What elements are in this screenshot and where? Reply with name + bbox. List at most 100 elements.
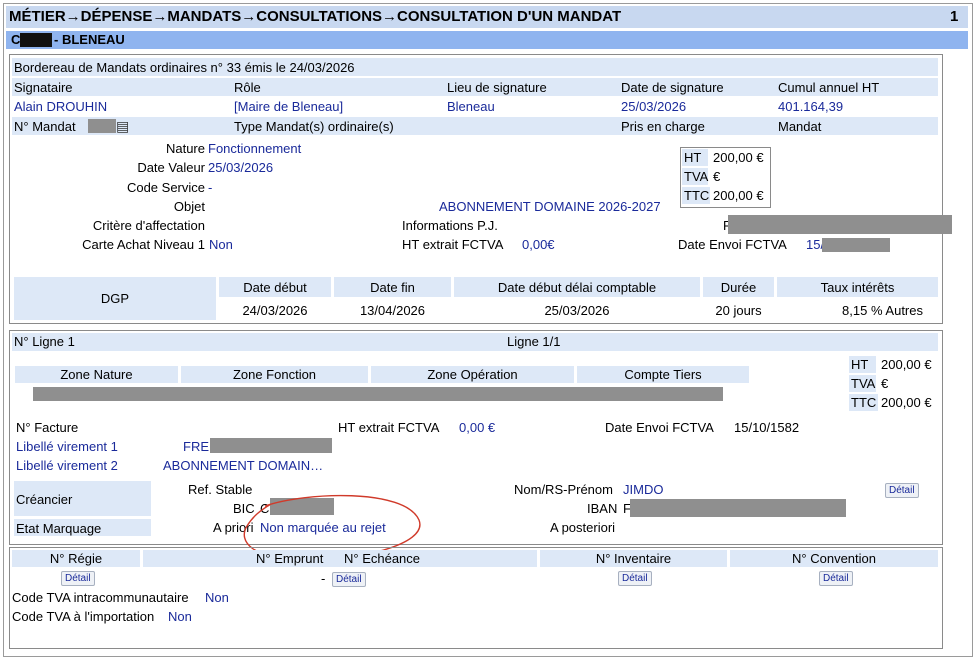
inventaire-header: N° Inventaire xyxy=(595,551,672,566)
num-mandat-label: N° Mandat xyxy=(14,119,76,134)
page-number: 1 xyxy=(950,8,959,25)
libelle2-label: Libellé virement 2 xyxy=(16,458,118,473)
date-debut-header: Date début xyxy=(243,280,307,295)
libelle1-value: FRE xyxy=(183,439,209,454)
date-debut-value: 24/03/2026 xyxy=(242,303,308,318)
tva-label: TVA xyxy=(684,169,709,184)
regie-detail-button[interactable]: Détail xyxy=(61,571,95,586)
nature-value: Fonctionnement xyxy=(208,141,302,156)
ht-fctva-value: 0,00 € xyxy=(459,420,496,435)
tva-intra-label: Code TVA intracommunautaire xyxy=(12,590,189,605)
tva-intra-value: Non xyxy=(205,590,229,605)
libelle1-label: Libellé virement 1 xyxy=(16,439,118,454)
redaction xyxy=(210,438,332,453)
aposteriori-label: A posteriori xyxy=(550,520,616,535)
ttc-label: TTC xyxy=(684,188,710,203)
nom-rs-value: JIMDO xyxy=(623,482,664,497)
redaction xyxy=(822,238,890,252)
code-service-label: Code Service xyxy=(126,180,205,195)
date-fin-value: 13/04/2026 xyxy=(359,303,426,318)
ht-fctva-value: 0,00€ xyxy=(522,237,555,252)
bordereau-label: Bordereau de Mandats ordinaires n° 33 ém… xyxy=(14,60,355,75)
signataire-header: Signataire xyxy=(14,80,73,95)
date-fin-header: Date fin xyxy=(370,280,415,295)
ht-fctva-label: HT extrait FCTVA xyxy=(402,237,504,252)
carte-achat-label: Carte Achat Niveau 1 xyxy=(82,237,205,252)
cumul-header: Cumul annuel HT xyxy=(778,80,880,95)
ht-value: 200,00 € xyxy=(881,357,932,372)
creancier-detail-button[interactable]: Détail xyxy=(885,483,919,498)
nature-label: Nature xyxy=(165,141,205,156)
role-value: [Maire de Bleneau] xyxy=(234,99,344,114)
date-delai-header: Date début délai comptable xyxy=(497,280,657,295)
tva-value: € xyxy=(881,376,889,391)
date-envoi-label: Date Envoi FCTVA xyxy=(605,420,714,435)
cumul-value: 401.164,39 xyxy=(778,99,844,114)
date-envoi-value: 15/10/1582 xyxy=(734,420,800,435)
document-icon[interactable]: ▤ xyxy=(116,118,129,135)
compte-tiers-header: Compte Tiers xyxy=(624,367,702,382)
emprunt-dash: - xyxy=(321,571,326,586)
tva-import-label: Code TVA à l'importation xyxy=(12,609,155,624)
collectivite-name: - BLENEAU xyxy=(54,32,125,47)
date-valeur-value: 25/03/2026 xyxy=(208,160,274,175)
libelle2-value: ABONNEMENT DOMAIN… xyxy=(163,458,324,473)
lieu-value: Bleneau xyxy=(447,99,495,114)
objet-label: Objet xyxy=(173,199,205,214)
redaction xyxy=(728,215,952,234)
emprunt-header-cell xyxy=(143,550,537,567)
emprunt-header: N° Emprunt xyxy=(256,551,324,566)
redaction xyxy=(630,499,846,517)
tva-value: € xyxy=(713,169,721,184)
ht-value: 200,00 € xyxy=(713,150,764,165)
convention-detail-button[interactable]: Détail xyxy=(819,571,853,586)
role-header: Rôle xyxy=(234,80,261,95)
facture-label: N° Facture xyxy=(16,420,79,435)
infos-pj-label: Informations P.J. xyxy=(402,218,498,233)
ligne-number: N° Ligne 1 xyxy=(14,334,75,349)
zone-operation-header: Zone Opération xyxy=(427,367,518,382)
objet-value: ABONNEMENT DOMAINE 2026-2027 xyxy=(439,199,661,214)
ht-label: HT xyxy=(851,357,869,372)
zone-nature-header: Zone Nature xyxy=(60,367,133,382)
ht-fctva-label: HT extrait FCTVA xyxy=(338,420,440,435)
carte-achat-value: Non xyxy=(209,237,233,252)
date-signature-value: 25/03/2026 xyxy=(621,99,687,114)
ligne-header-bar xyxy=(12,333,938,351)
pris-en-charge-value: Mandat xyxy=(778,119,822,134)
breadcrumb-title: MÉTIER→DÉPENSE→MANDATS→CONSULTATIONS→CON… xyxy=(9,8,622,25)
nom-rs-label: Nom/RS-Prénom xyxy=(514,482,613,497)
creancier-label: Créancier xyxy=(16,492,73,507)
date-valeur-label: Date Valeur xyxy=(137,160,205,175)
tva-import-value: Non xyxy=(168,609,192,624)
redaction xyxy=(88,119,116,133)
echeance-header: N° Echéance xyxy=(344,551,421,566)
type-mandat-label: Type Mandat(s) ordinaire(s) xyxy=(234,119,394,134)
tva-label: TVA xyxy=(851,376,876,391)
redaction xyxy=(20,33,52,47)
regie-header: N° Régie xyxy=(49,551,103,566)
collectivite-prefix: C xyxy=(11,32,21,47)
ht-label: HT xyxy=(684,150,702,165)
lieu-header: Lieu de signature xyxy=(447,80,547,95)
etat-marquage-label: Etat Marquage xyxy=(16,521,102,536)
convention-header: N° Convention xyxy=(792,551,876,566)
iban-label: IBAN xyxy=(587,501,618,516)
date-signature-header: Date de signature xyxy=(621,80,724,95)
redaction xyxy=(33,387,723,401)
ttc-label: TTC xyxy=(851,395,877,410)
inventaire-detail-button[interactable]: Détail xyxy=(618,571,652,586)
echeance-detail-button[interactable]: Détail xyxy=(332,572,366,587)
ttc-value: 200,00 € xyxy=(713,188,764,203)
critere-label: Critère d'affectation xyxy=(92,218,205,233)
code-service-value: - xyxy=(208,180,213,195)
zone-fonction-header: Zone Fonction xyxy=(232,367,317,382)
ttc-value: 200,00 € xyxy=(881,395,932,410)
pris-en-charge-label: Pris en charge xyxy=(621,119,705,134)
date-delai-value: 25/03/2026 xyxy=(544,303,610,318)
duree-value: 20 jours xyxy=(715,303,762,318)
duree-header: Durée xyxy=(720,280,757,295)
dgp-label: DGP xyxy=(100,291,130,306)
taux-value: 8,15 % Autres xyxy=(842,303,923,318)
collectivite-bar xyxy=(6,31,968,49)
